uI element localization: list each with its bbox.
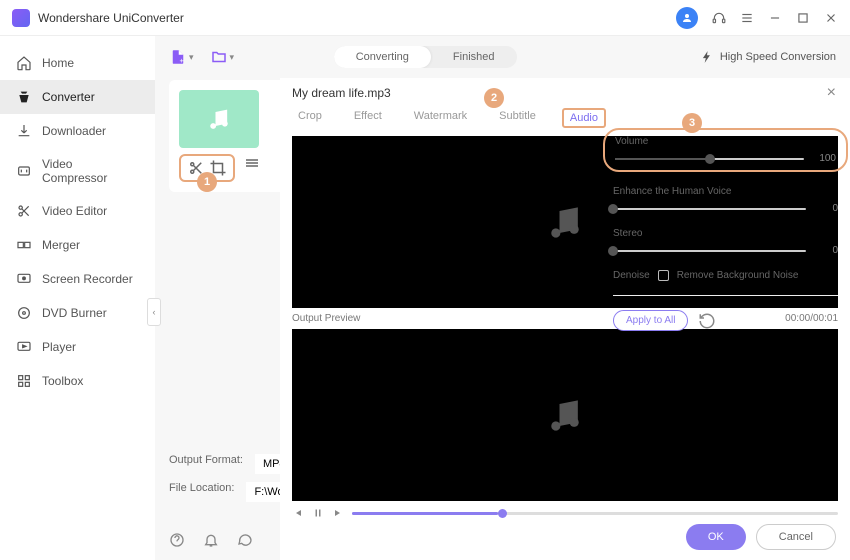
sidebar-item-player[interactable]: Player xyxy=(0,330,155,364)
tab-effect[interactable]: Effect xyxy=(348,108,388,128)
volume-value: 100 xyxy=(812,153,836,164)
callout-2: 2 xyxy=(484,88,504,108)
status-segment: Converting Finished xyxy=(334,46,517,68)
sidebar-item-editor[interactable]: Video Editor xyxy=(0,194,155,228)
stereo-slider[interactable] xyxy=(613,250,806,252)
apply-all-button[interactable]: Apply to All xyxy=(613,310,688,331)
close-icon[interactable] xyxy=(824,11,838,25)
sidebar-item-label: DVD Burner xyxy=(42,306,107,320)
preview-output xyxy=(292,329,838,501)
callout-1: 1 xyxy=(197,172,217,192)
more-button[interactable] xyxy=(243,154,261,172)
transport-controls xyxy=(280,501,850,525)
ok-button[interactable]: OK xyxy=(686,524,746,550)
sidebar-item-label: Toolbox xyxy=(42,374,83,388)
file-name: My dream life.mp3 xyxy=(280,78,850,104)
tab-crop[interactable]: Crop xyxy=(292,108,328,128)
bell-icon[interactable] xyxy=(203,532,219,548)
remove-bg-checkbox[interactable] xyxy=(658,270,669,281)
sidebar-item-label: Home xyxy=(42,56,74,70)
add-file-button[interactable]: +▾ xyxy=(169,48,194,66)
sidebar-item-label: Merger xyxy=(42,238,80,252)
cancel-button[interactable]: Cancel xyxy=(756,524,836,550)
sidebar-item-compressor[interactable]: Video Compressor xyxy=(0,148,155,194)
svg-text:+: + xyxy=(180,56,185,65)
remove-bg-label: Remove Background Noise xyxy=(677,270,799,281)
sidebar-item-label: Converter xyxy=(42,90,95,104)
sidebar-item-merger[interactable]: Merger xyxy=(0,228,155,262)
sidebar-item-converter[interactable]: Converter xyxy=(0,80,155,114)
callout-3: 3 xyxy=(682,113,702,133)
tab-audio[interactable]: Audio xyxy=(562,108,606,128)
volume-slider[interactable] xyxy=(615,158,804,160)
denoise-row: Denoise Remove Background Noise xyxy=(613,270,838,281)
file-thumbnail xyxy=(179,90,259,148)
sidebar-item-label: Player xyxy=(42,340,76,354)
enhance-value: 0 xyxy=(814,203,838,214)
high-speed-label: High Speed Conversion xyxy=(720,51,836,63)
editor-close-button[interactable]: × xyxy=(827,84,836,102)
output-format-label: Output Format: xyxy=(169,454,243,474)
enhance-slider[interactable] xyxy=(613,208,806,210)
prev-button[interactable] xyxy=(292,507,304,519)
add-folder-button[interactable]: ▾ xyxy=(210,48,235,66)
sidebar-item-toolbox[interactable]: Toolbox xyxy=(0,364,155,398)
pause-button[interactable] xyxy=(312,507,324,519)
sidebar-item-label: Downloader xyxy=(42,124,106,138)
stereo-control: Stereo 0 xyxy=(613,228,838,256)
tab-watermark[interactable]: Watermark xyxy=(408,108,473,128)
audio-controls: Volume 100 Enhance the Human Voice 0 Ste… xyxy=(613,128,838,331)
app-title: Wondershare UniConverter xyxy=(38,11,676,25)
feedback-icon[interactable] xyxy=(237,532,253,548)
stereo-label: Stereo xyxy=(613,228,838,239)
high-speed-toggle[interactable]: High Speed Conversion xyxy=(700,50,836,64)
titlebar: Wondershare UniConverter xyxy=(0,0,850,36)
enhance-label: Enhance the Human Voice xyxy=(613,186,838,197)
enhance-control: Enhance the Human Voice 0 xyxy=(613,186,838,214)
help-icon[interactable] xyxy=(169,532,185,548)
sidebar-item-label: Screen Recorder xyxy=(42,272,133,286)
minimize-icon[interactable] xyxy=(768,11,782,25)
sidebar-item-dvd[interactable]: DVD Burner xyxy=(0,296,155,330)
segment-finished[interactable]: Finished xyxy=(431,46,517,68)
volume-label: Volume xyxy=(615,136,836,147)
music-icon xyxy=(543,393,587,437)
sidebar-item-home[interactable]: Home xyxy=(0,46,155,80)
progress-bar[interactable] xyxy=(352,512,838,515)
output-preview-label: Output Preview xyxy=(292,313,360,324)
file-location-label: File Location: xyxy=(169,482,234,502)
sidebar-item-label: Video Compressor xyxy=(42,157,139,185)
app-logo xyxy=(12,9,30,27)
maximize-icon[interactable] xyxy=(796,11,810,25)
stereo-value: 0 xyxy=(814,245,838,256)
tab-subtitle[interactable]: Subtitle xyxy=(493,108,542,128)
divider xyxy=(613,295,838,296)
segment-converting[interactable]: Converting xyxy=(334,46,431,68)
sidebar-item-downloader[interactable]: Downloader xyxy=(0,114,155,148)
denoise-label: Denoise xyxy=(613,270,650,281)
user-avatar[interactable] xyxy=(676,7,698,29)
music-icon xyxy=(543,200,587,244)
menu-icon[interactable] xyxy=(740,11,754,25)
next-button[interactable] xyxy=(332,507,344,519)
sidebar-item-recorder[interactable]: Screen Recorder xyxy=(0,262,155,296)
collapse-sidebar-button[interactable]: ‹ xyxy=(147,298,161,326)
editor-panel: × My dream life.mp3 Crop Effect Watermar… xyxy=(280,78,850,560)
sidebar: Home Converter Downloader Video Compress… xyxy=(0,36,155,560)
headset-icon[interactable] xyxy=(712,11,726,25)
reset-button[interactable] xyxy=(698,312,716,330)
sidebar-item-label: Video Editor xyxy=(42,204,107,218)
volume-control: Volume 100 xyxy=(603,128,848,172)
